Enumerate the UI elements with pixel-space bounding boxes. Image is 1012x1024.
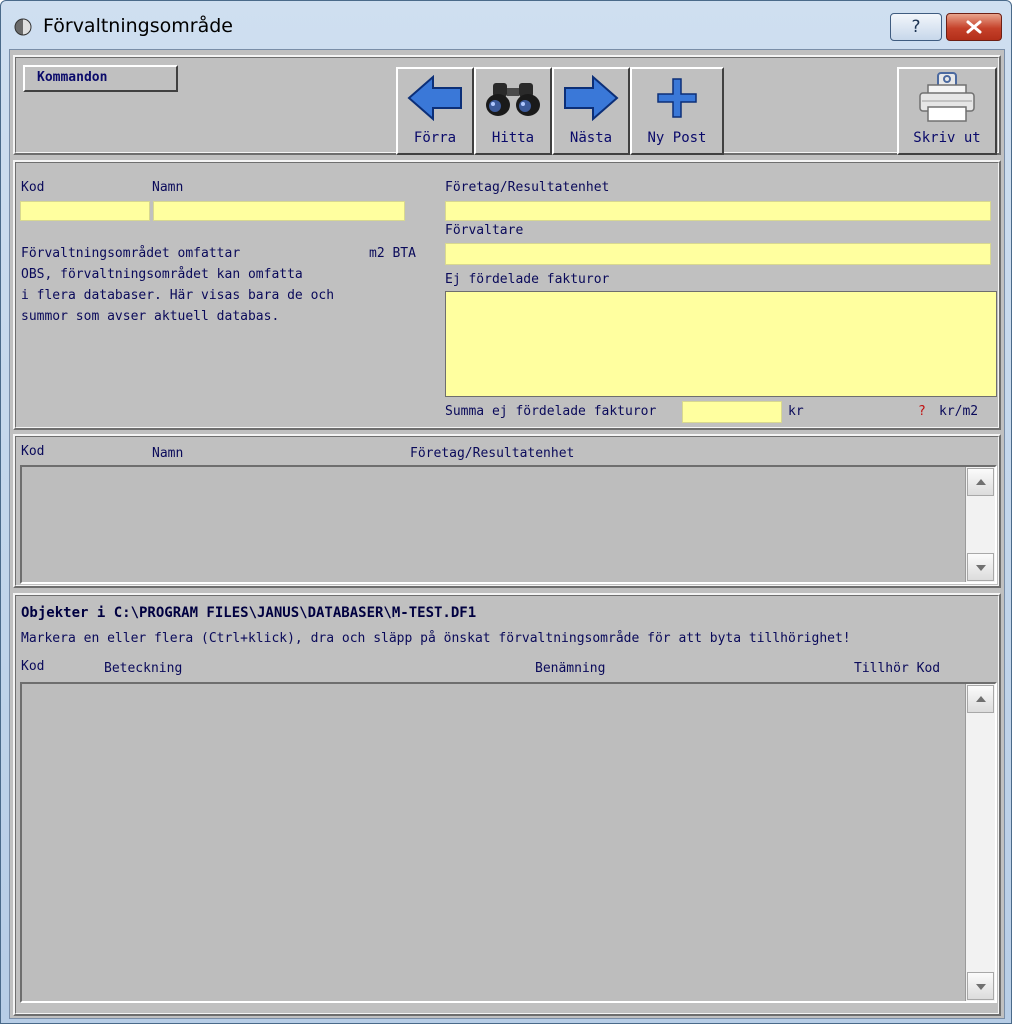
objects-col-tillhor-kod: Tillhör Kod: [854, 661, 941, 676]
arrow-up-icon: [976, 479, 986, 485]
close-button[interactable]: [946, 13, 1002, 41]
find-label: Hitta: [491, 130, 535, 146]
next-label: Nästa: [569, 130, 613, 146]
prev-label: Förra: [413, 130, 457, 146]
invoices-label: Ej fördelade fakturor: [445, 272, 610, 287]
scroll-down-button[interactable]: [967, 553, 994, 581]
per-m2-marker: ?: [918, 404, 926, 419]
area-unit: m2 BTA: [369, 246, 416, 261]
areas-listbox[interactable]: [20, 465, 997, 584]
namn-field[interactable]: [153, 201, 405, 221]
close-icon: [966, 20, 982, 34]
invoices-textarea[interactable]: [445, 291, 997, 397]
toolbar-panel: Kommandon Förra Hitta Nästa Ny Post Skri…: [13, 55, 1001, 155]
new-record-label: Ny Post: [647, 130, 707, 146]
new-record-button[interactable]: Ny Post: [630, 67, 724, 155]
form-panel: Kod Namn Företag/Resultatenhet Förvaltar…: [13, 160, 1001, 430]
arrow-up-icon: [976, 696, 986, 702]
app-window: Förvaltningsområde ? Kommandon Förra Hit…: [0, 0, 1012, 1024]
arrow-right-icon: [564, 75, 619, 121]
binoculars-icon: [486, 83, 540, 116]
areas-list-panel: Kod Namn Företag/Resultatenhet: [13, 434, 1001, 588]
arrow-down-icon: [976, 565, 986, 571]
next-button[interactable]: Nästa: [552, 67, 630, 155]
objects-hint: Markera en eller flera (Ctrl+klick), dra…: [21, 631, 851, 646]
find-button[interactable]: Hitta: [474, 67, 552, 155]
manager-field[interactable]: [445, 243, 991, 265]
namn-label: Namn: [152, 180, 184, 195]
client-area: Kommandon Förra Hitta Nästa Ny Post Skri…: [9, 49, 1005, 1019]
info-line-4: summor som avser aktuell databas.: [21, 309, 280, 324]
info-line-1: Förvaltningsområdet omfattar: [21, 246, 241, 261]
list1-col-company: Företag/Resultatenhet: [410, 446, 575, 461]
prev-button[interactable]: Förra: [396, 67, 474, 155]
scroll-up-button[interactable]: [967, 685, 994, 713]
objects-col-benamning: Benämning: [535, 661, 606, 676]
company-field[interactable]: [445, 201, 991, 221]
plus-icon: [657, 78, 697, 118]
kod-field[interactable]: [20, 201, 150, 221]
list1-col-namn: Namn: [152, 446, 184, 461]
per-m2-unit: kr/m2: [939, 404, 979, 419]
currency-label: kr: [788, 404, 804, 419]
objects-scrollbar[interactable]: [965, 684, 995, 1001]
app-icon: [14, 18, 32, 36]
help-button[interactable]: ?: [890, 13, 942, 41]
objects-panel: Objekter i C:\PROGRAM FILES\JANUS\DATABA…: [13, 593, 1001, 1016]
objects-col-beteckning: Beteckning: [104, 661, 183, 676]
arrow-down-icon: [976, 984, 986, 990]
title-bar[interactable]: Förvaltningsområde ?: [1, 1, 1011, 49]
sum-field[interactable]: [682, 401, 782, 423]
objects-col-kod: Kod: [21, 659, 45, 674]
scroll-up-button[interactable]: [967, 468, 994, 496]
objects-listbox[interactable]: [20, 682, 997, 1003]
company-label: Företag/Resultatenhet: [445, 180, 610, 195]
list1-col-kod: Kod: [21, 444, 45, 459]
kod-label: Kod: [21, 180, 45, 195]
print-label: Skriv ut: [913, 130, 981, 146]
print-button[interactable]: Skriv ut: [897, 67, 997, 155]
printer-icon: [919, 72, 975, 122]
window-title: Förvaltningsområde: [43, 15, 233, 37]
scroll-down-button[interactable]: [967, 972, 994, 1000]
sum-label: Summa ej fördelade fakturor: [445, 404, 657, 419]
info-line-3: i flera databaser. Här visas bara de och: [21, 288, 335, 303]
objects-heading: Objekter i C:\PROGRAM FILES\JANUS\DATABA…: [21, 605, 477, 621]
arrow-left-icon: [407, 75, 462, 121]
commands-button[interactable]: Kommandon: [23, 65, 178, 92]
info-line-2: OBS, förvaltningsområdet kan omfatta: [21, 267, 303, 282]
manager-label: Förvaltare: [445, 223, 524, 238]
areas-scrollbar[interactable]: [965, 467, 995, 582]
